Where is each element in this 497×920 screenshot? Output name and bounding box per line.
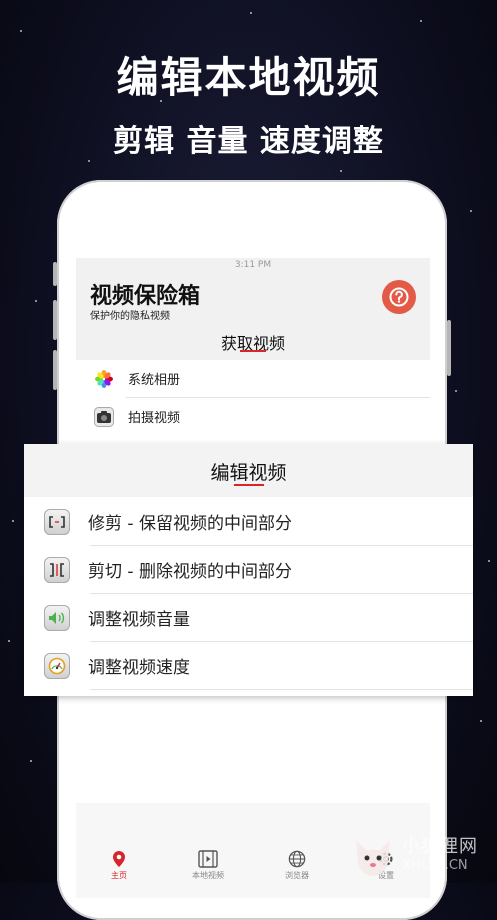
edit-video-section-title: 编辑视频 (210, 462, 287, 484)
list-item-trim[interactable]: 修剪 - 保留视频的中间部分 (24, 498, 473, 545)
promo-title: 编辑本地视频 (116, 53, 381, 102)
help-button[interactable] (382, 280, 416, 314)
divider (90, 689, 473, 690)
list-item-label: 调整视频音量 (88, 610, 190, 630)
watermark: 小狐狸网 XHLKS.CN (350, 832, 495, 882)
list-item-label: 修剪 - 保留视频的中间部分 (88, 514, 292, 534)
watermark-text: 小狐狸网 (402, 836, 478, 857)
list-item-label: 剪切 - 删除视频的中间部分 (88, 562, 292, 582)
speedometer-icon (44, 652, 70, 679)
list-item-label: 调整视频速度 (88, 658, 190, 678)
phone-side-button (53, 262, 57, 286)
watermark-domain: XHLKS.CN (402, 858, 468, 873)
list-item-volume[interactable]: 调整视频音量 (24, 594, 473, 641)
speaker-icon (44, 604, 70, 631)
tab-label: 本地视频 (192, 871, 224, 880)
globe-icon (288, 850, 306, 868)
section-underline (240, 350, 266, 352)
tab-label: 主页 (111, 871, 127, 880)
phone-side-button (447, 320, 451, 376)
list-item-cut[interactable]: 剪切 - 删除视频的中间部分 (24, 546, 473, 593)
list-item-speed[interactable]: 调整视频速度 (24, 642, 473, 689)
film-icon (198, 850, 218, 868)
app-subtitle: 保护你的隐私视频 (90, 311, 170, 322)
cut-icon (44, 556, 70, 583)
list-item-record-video[interactable]: 拍摄视频 (76, 398, 430, 435)
question-icon (389, 287, 409, 307)
tab-label: 浏览器 (285, 871, 309, 880)
photos-icon (95, 369, 113, 388)
fox-logo-icon (356, 840, 390, 876)
tab-home[interactable]: 主页 (84, 850, 154, 881)
tab-browser[interactable]: 浏览器 (262, 850, 332, 881)
list-item-label: 系统相册 (128, 373, 181, 388)
camera-icon (94, 406, 114, 427)
phone-side-button (53, 300, 57, 340)
location-pin-icon (113, 851, 125, 867)
app-title: 视频保险箱 (90, 284, 201, 309)
tab-local-video[interactable]: 本地视频 (173, 850, 243, 881)
list-item-label: 拍摄视频 (128, 411, 181, 426)
trim-icon (44, 508, 70, 535)
edit-video-panel: 编辑视频 修剪 - 保留视频的中间部分 剪切 - 删除视频的中间部分 调整视频音… (24, 444, 473, 696)
section-underline (234, 484, 264, 486)
promo-subtitle: 剪辑 音量 速度调整 (113, 124, 384, 159)
phone-side-button (53, 350, 57, 390)
app-header: 视频保险箱 保护你的隐私视频 获取视频 (76, 272, 430, 360)
list-item-system-album[interactable]: 系统相册 (76, 360, 430, 397)
status-bar: 3:11 PM (76, 258, 430, 272)
